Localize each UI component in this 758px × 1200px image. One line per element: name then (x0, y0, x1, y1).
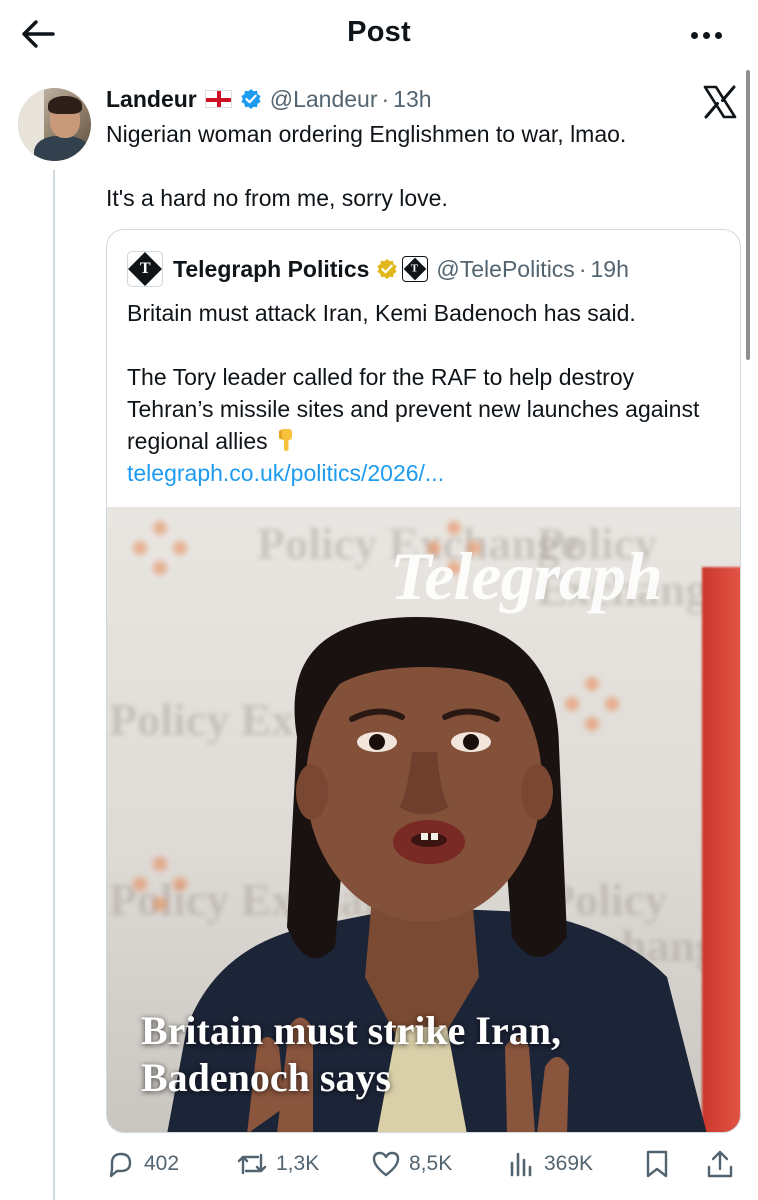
share-icon (707, 1150, 733, 1178)
post-text: Nigerian woman ordering Englishmen to wa… (106, 118, 726, 246)
separator: · (578, 255, 587, 282)
headline-line: Badenoch says (141, 1055, 392, 1100)
repost-icon (237, 1153, 267, 1175)
author-name[interactable]: Landeur (106, 86, 197, 113)
quote-author-handle[interactable]: @TelePolitics (436, 256, 574, 283)
quote-paragraph: Britain must attack Iran, Kemi Badenoch … (127, 300, 636, 326)
bookmark-icon (646, 1150, 668, 1178)
quoted-post[interactable]: T Telegraph Politics T @TelePolitics · 1… (106, 229, 741, 1133)
quote-meta: T Telegraph Politics T @TelePolitics · 1… (127, 251, 629, 287)
repost-count: 1,3K (276, 1152, 320, 1175)
like-count: 8,5K (409, 1152, 453, 1175)
verified-badge-icon[interactable] (240, 88, 262, 110)
view-count: 369K (544, 1152, 594, 1175)
thread-line (53, 170, 55, 1200)
top-bar: Post (0, 0, 758, 70)
post-text-line: Nigerian woman ordering Englishmen to wa… (106, 121, 627, 147)
x-logo-icon (703, 85, 737, 119)
reply-button[interactable]: 402 (106, 1149, 179, 1179)
pointing-down-emoji-icon (278, 429, 292, 451)
quote-time[interactable]: 19h (590, 256, 628, 283)
affiliate-badge-icon[interactable]: T (402, 256, 429, 282)
bookmark-button[interactable] (644, 1149, 670, 1179)
views-chart-icon (510, 1152, 532, 1177)
post-text-line: It's a hard no from me, sorry love. (106, 185, 448, 211)
reply-count: 402 (144, 1152, 180, 1175)
action-bar: 402 1,3K 8,5K 369K (106, 1144, 746, 1184)
views-button[interactable]: 369K (508, 1149, 593, 1179)
quote-text: Britain must attack Iran, Kemi Badenoch … (127, 297, 722, 489)
reply-icon (109, 1152, 132, 1178)
quote-paragraph: The Tory leader called for the RAF to he… (127, 364, 700, 454)
post-meta: Landeur @Landeur · 13h (106, 84, 432, 114)
quote-paragraph-with-emoji: The Tory leader called for the RAF to he… (127, 361, 722, 457)
headline-line: Britain must strike Iran, (141, 1008, 561, 1053)
post-time[interactable]: 13h (393, 86, 431, 113)
quote-author-name[interactable]: Telegraph Politics (173, 256, 369, 283)
like-button[interactable]: 8,5K (371, 1149, 452, 1179)
england-flag-icon (204, 90, 232, 108)
article-image[interactable]: Policy Exchange Policy Exchange Policy E… (107, 507, 740, 1132)
heart-icon (372, 1151, 400, 1177)
verified-gold-badge-icon[interactable] (376, 258, 398, 280)
scrollbar[interactable] (746, 70, 750, 360)
telegraph-avatar[interactable]: T (127, 251, 163, 287)
image-headline: Britain must strike Iran, Badenoch says (141, 1007, 721, 1101)
telegraph-watermark: Telegraph (390, 538, 663, 614)
author-handle[interactable]: @Landeur (270, 86, 378, 113)
repost-button[interactable]: 1,3K (236, 1149, 319, 1179)
article-link[interactable]: telegraph.co.uk/politics/2026/... (127, 457, 722, 489)
more-button[interactable] (684, 20, 728, 50)
share-button[interactable] (706, 1149, 734, 1179)
separator: · (381, 85, 390, 112)
more-horizontal-icon (690, 31, 698, 39)
avatar[interactable] (18, 88, 91, 161)
page-title: Post (347, 16, 411, 48)
